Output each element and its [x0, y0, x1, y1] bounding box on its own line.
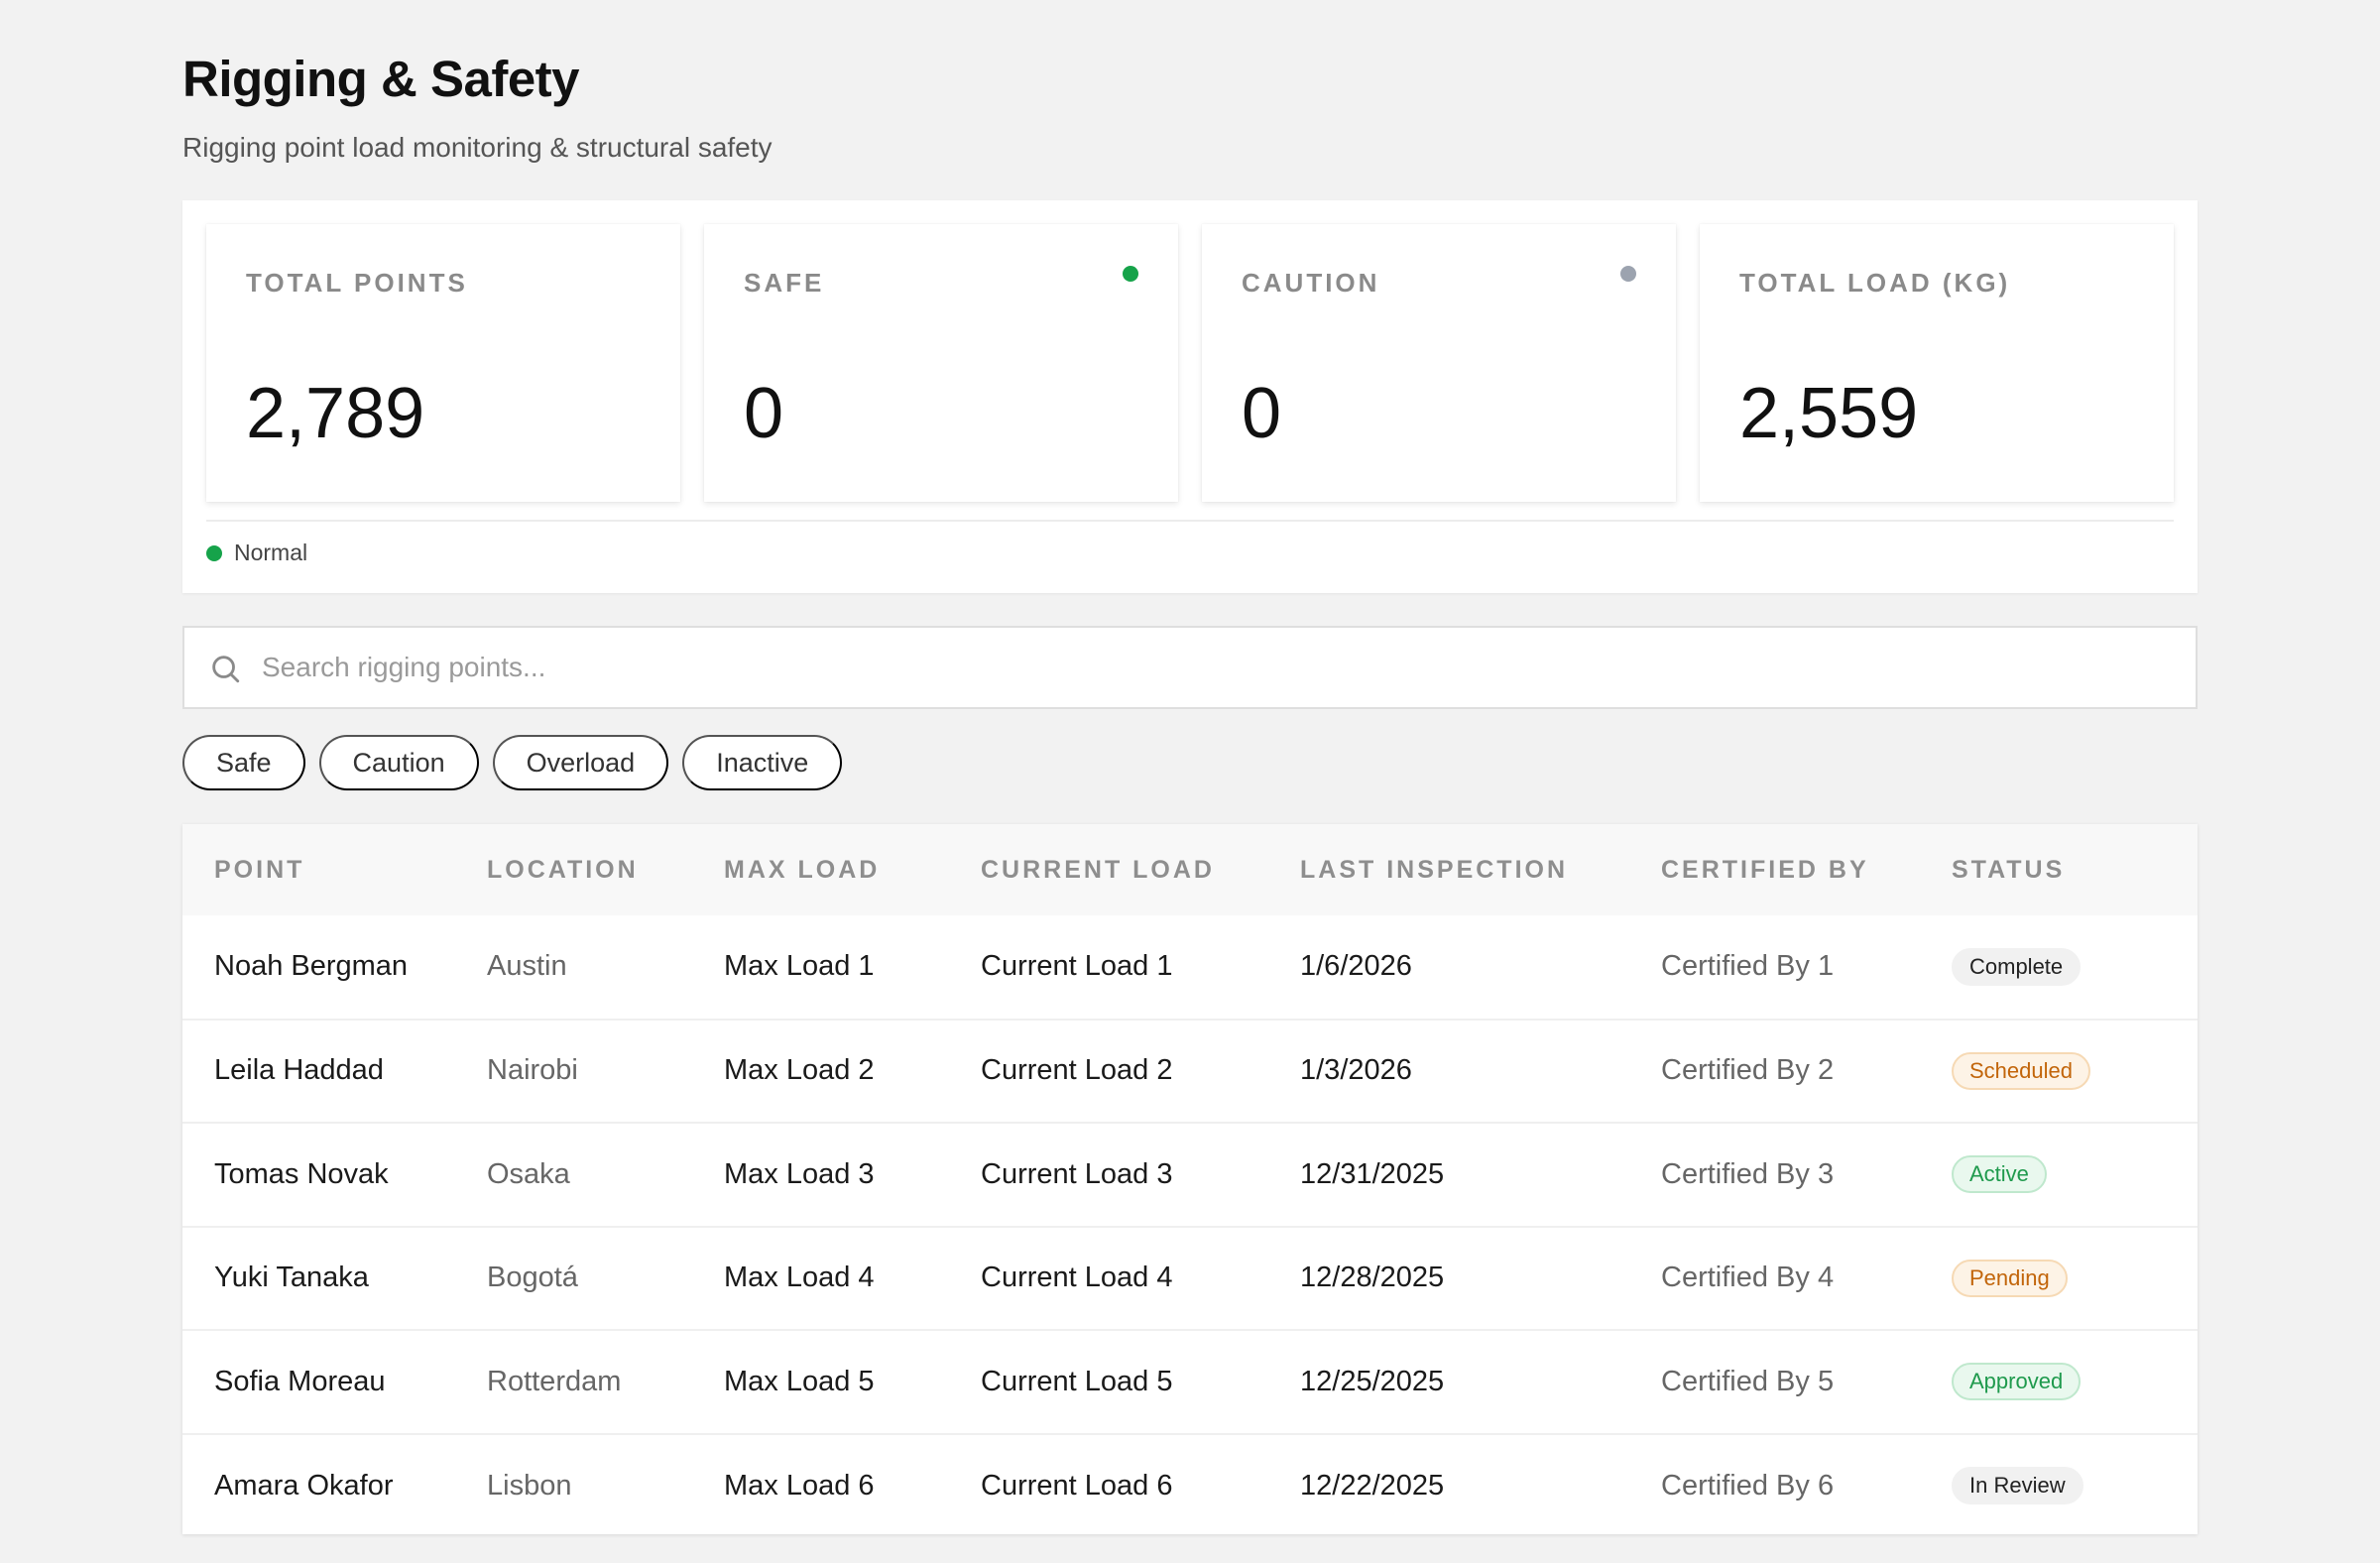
column-header-last-inspection[interactable]: LAST INSPECTION	[1300, 824, 1661, 915]
column-header-location[interactable]: LOCATION	[487, 824, 724, 915]
cell-status: Active	[1952, 1123, 2198, 1227]
rigging-table: POINT LOCATION MAX LOAD CURRENT LOAD LAS…	[182, 824, 2198, 1534]
cell-point: Noah Bergman	[214, 950, 409, 983]
stat-value: 0	[1242, 374, 1282, 453]
stat-value: 2,789	[246, 374, 425, 453]
stat-card-safe: SAFE 0	[704, 224, 1178, 502]
cell-point: Amara Okafor	[214, 1469, 394, 1502]
cell-current-load: Current Load 2	[981, 1054, 1173, 1087]
cell-point: Leila Haddad	[214, 1054, 384, 1087]
table-row[interactable]: Tomas Novak Osaka Max Load 3 Current Load 3…	[182, 1123, 2198, 1227]
cell-certified-by: Certified By 4	[1661, 1262, 1835, 1294]
legend-dot-icon	[206, 544, 222, 561]
cell-current-load: Current Load 1	[981, 950, 1173, 983]
cell-last-inspection: 1/6/2026	[1300, 950, 1412, 983]
cell-max-load: Max Load 6	[724, 1469, 875, 1502]
column-header-current-load[interactable]: CURRENT LOAD	[981, 824, 1300, 915]
cell-status: Approved	[1952, 1330, 2198, 1434]
filter-chip-inactive[interactable]: Inactive	[682, 735, 843, 790]
cell-max-load: Max Load 2	[724, 1054, 875, 1087]
legend-label: Normal	[234, 540, 308, 565]
status-badge: Scheduled	[1952, 1051, 2090, 1090]
cell-max-load: Max Load 3	[724, 1157, 875, 1190]
cell-location: Bogotá	[487, 1262, 578, 1294]
cell-last-inspection: 12/25/2025	[1300, 1365, 1445, 1397]
cell-location: Lisbon	[487, 1469, 572, 1502]
stat-label: TOTAL LOAD (KG)	[1739, 268, 2011, 298]
cell-last-inspection: 12/28/2025	[1300, 1262, 1445, 1294]
stat-label: SAFE	[744, 268, 825, 298]
page-subtitle: Rigging point load monitoring & structur…	[182, 132, 773, 163]
table-row[interactable]: Noah Bergman Austin Max Load 1 Current Load…	[182, 915, 2198, 1020]
stat-label: TOTAL POINTS	[246, 268, 468, 298]
filter-chip-caution[interactable]: Caution	[318, 735, 479, 790]
stat-value: 2,559	[1739, 374, 1919, 453]
cell-point: Tomas Novak	[214, 1157, 389, 1190]
column-header-max-load[interactable]: MAX LOAD	[724, 824, 981, 915]
cell-certified-by: Certified By 3	[1661, 1157, 1835, 1190]
column-header-point[interactable]: POINT	[182, 824, 487, 915]
status-dot-icon	[1620, 266, 1636, 282]
column-header-certified-by[interactable]: CERTIFIED BY	[1661, 824, 1952, 915]
cell-current-load: Current Load 3	[981, 1157, 1173, 1190]
cell-location: Nairobi	[487, 1054, 578, 1087]
cell-current-load: Current Load 4	[981, 1262, 1173, 1294]
filter-chip-overload[interactable]: Overload	[492, 735, 669, 790]
cell-certified-by: Certified By 1	[1661, 950, 1835, 983]
filter-chips: Safe Caution Overload Inactive	[182, 735, 843, 790]
cell-status: Pending	[1952, 1227, 2198, 1331]
table-row[interactable]: Yuki Tanaka Bogotá Max Load 4 Current Load …	[182, 1226, 2198, 1331]
status-badge: Complete	[1952, 947, 2082, 986]
cell-last-inspection: 12/22/2025	[1300, 1469, 1445, 1502]
cell-point: Sofia Moreau	[214, 1365, 386, 1397]
cell-status: In Review	[1952, 1434, 2198, 1538]
stat-value: 0	[744, 374, 784, 453]
page-title: Rigging & Safety	[182, 51, 580, 107]
cell-last-inspection: 12/31/2025	[1300, 1157, 1445, 1190]
cell-current-load: Current Load 6	[981, 1469, 1173, 1502]
table-row[interactable]: Leila Haddad Nairobi Max Load 2 Current Loa…	[182, 1019, 2198, 1124]
cell-certified-by: Certified By 6	[1661, 1469, 1835, 1502]
cell-location: Austin	[487, 950, 567, 983]
column-header-status[interactable]: STATUS	[1952, 824, 2198, 915]
status-badge: Approved	[1952, 1363, 2082, 1401]
divider	[206, 520, 2174, 522]
search-input[interactable]	[262, 628, 2146, 707]
filter-chip-safe[interactable]: Safe	[182, 735, 305, 790]
table-row[interactable]: Sofia Moreau Rotterdam Max Load 5 Current L…	[182, 1330, 2198, 1434]
stats-panel: TOTAL POINTS 2,789 SAFE 0 CAUTION 0 TOTA…	[182, 200, 2198, 593]
cell-last-inspection: 1/3/2026	[1300, 1054, 1412, 1087]
stat-card-total-load: TOTAL LOAD (KG) 2,559	[1700, 224, 2174, 502]
cell-max-load: Max Load 4	[724, 1262, 875, 1294]
search-box[interactable]	[182, 626, 2198, 709]
cell-status: Scheduled	[1952, 1020, 2198, 1124]
cell-point: Yuki Tanaka	[214, 1262, 369, 1294]
cell-location: Osaka	[487, 1157, 570, 1190]
stat-label: CAUTION	[1242, 268, 1380, 298]
cell-current-load: Current Load 5	[981, 1365, 1173, 1397]
table-row[interactable]: Amara Okafor Lisbon Max Load 6 Current Load…	[182, 1433, 2198, 1538]
legend: Normal	[206, 540, 307, 566]
status-badge: Active	[1952, 1155, 2047, 1194]
status-badge: Pending	[1952, 1259, 2068, 1297]
stat-card-total-points: TOTAL POINTS 2,789	[206, 224, 680, 502]
status-badge: In Review	[1952, 1467, 2083, 1505]
stat-cards: TOTAL POINTS 2,789 SAFE 0 CAUTION 0 TOTA…	[206, 224, 2174, 502]
cell-certified-by: Certified By 2	[1661, 1054, 1835, 1087]
cell-max-load: Max Load 1	[724, 950, 875, 983]
cell-status: Complete	[1952, 915, 2198, 1020]
cell-max-load: Max Load 5	[724, 1365, 875, 1397]
table-header-row: POINT LOCATION MAX LOAD CURRENT LOAD LAS…	[182, 824, 2198, 915]
cell-location: Rotterdam	[487, 1365, 622, 1397]
cell-certified-by: Certified By 5	[1661, 1365, 1835, 1397]
status-dot-icon	[1123, 266, 1138, 282]
search-icon	[212, 656, 240, 683]
stat-card-caution: CAUTION 0	[1202, 224, 1676, 502]
